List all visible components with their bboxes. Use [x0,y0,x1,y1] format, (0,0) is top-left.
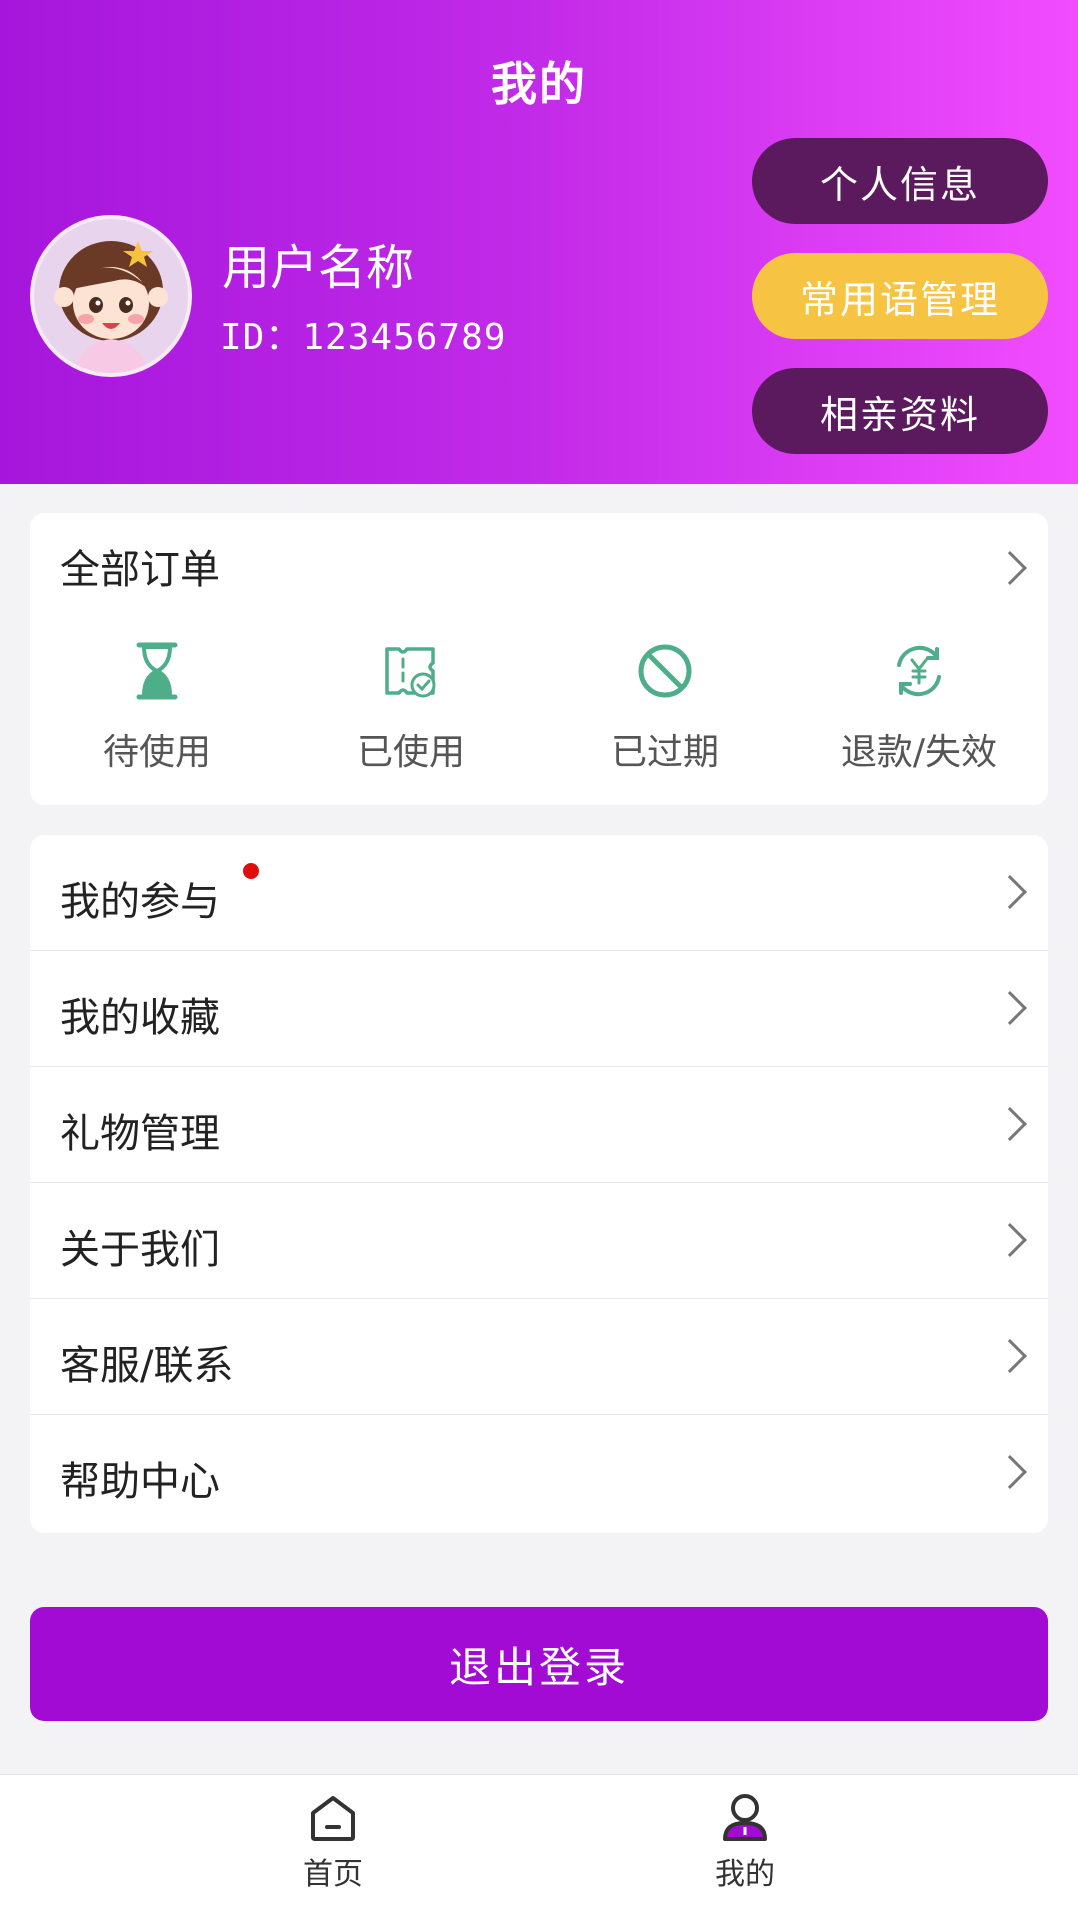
menu-item-label: 客服/联系 [60,1343,234,1389]
menu-card: 我的参与 我的收藏 礼物管理 关于我们 客服/联系 帮助中心 [30,835,1048,1533]
menu-item-label: 关于我们 [60,1227,220,1273]
chevron-right-icon [993,991,1027,1025]
prohibited-icon [638,644,692,698]
chevron-right-icon [993,1455,1027,1489]
order-status-expired[interactable]: 已过期 [538,641,792,781]
menu-item-favorites[interactable]: 我的收藏 [30,951,1048,1067]
profile-header: 我的 用户名称 ID：123456789 个人信息 常用语管理 相亲资料 [0,0,1078,484]
order-status-label: 待使用 [102,732,211,773]
page-title: 我的 [491,57,587,111]
home-icon [311,1796,355,1841]
nav-label: 我的 [715,1857,775,1892]
menu-item-help[interactable]: 帮助中心 [30,1415,1048,1531]
chevron-right-icon [993,875,1027,909]
chevron-right-icon [993,1339,1027,1373]
menu-item-gifts[interactable]: 礼物管理 [30,1067,1048,1183]
order-status-label: 退款/失效 [840,732,998,773]
dating-profile-button[interactable]: 相亲资料 [752,368,1048,454]
menu-item-label: 礼物管理 [60,1111,220,1157]
menu-item-participation[interactable]: 我的参与 [30,835,1048,951]
order-status-pending[interactable]: 待使用 [30,641,284,781]
avatar-illustration [34,219,188,373]
user-id: ID：123456789 [220,317,507,358]
order-status-label: 已使用 [356,732,465,773]
ticket-check-icon [385,647,436,698]
order-status-label: 已过期 [610,732,719,773]
menu-item-label: 我的收藏 [60,995,220,1041]
chevron-right-icon [993,1107,1027,1141]
profile-icon [723,1794,767,1841]
menu-item-support[interactable]: 客服/联系 [30,1299,1048,1415]
menu-item-about[interactable]: 关于我们 [30,1183,1048,1299]
menu-item-label: 帮助中心 [60,1459,220,1505]
personal-info-button[interactable]: 个人信息 [752,138,1048,224]
order-status-used[interactable]: 已使用 [284,641,538,781]
order-status-refund[interactable]: 退款/失效 [792,641,1046,781]
chevron-right-icon[interactable] [993,551,1027,585]
bottom-nav: 首页 我的 [0,1774,1078,1918]
orders-card: 全部订单 待使用 已使用 已过期 退款/失效 [30,513,1048,805]
notification-badge [243,863,259,879]
refund-yen-icon [897,645,941,697]
chevron-right-icon [993,1223,1027,1257]
all-orders-link[interactable]: 全部订单 [60,537,220,595]
logout-button[interactable]: 退出登录 [30,1607,1048,1721]
menu-item-label: 我的参与 [60,879,220,925]
hourglass-icon [136,642,178,700]
nav-tab-home[interactable]: 首页 [253,1793,413,1893]
nav-label: 首页 [303,1857,363,1892]
username: 用户名称 [222,240,415,296]
phrases-manage-button[interactable]: 常用语管理 [752,253,1048,339]
nav-tab-mine[interactable]: 我的 [665,1793,825,1893]
avatar[interactable] [30,215,192,377]
